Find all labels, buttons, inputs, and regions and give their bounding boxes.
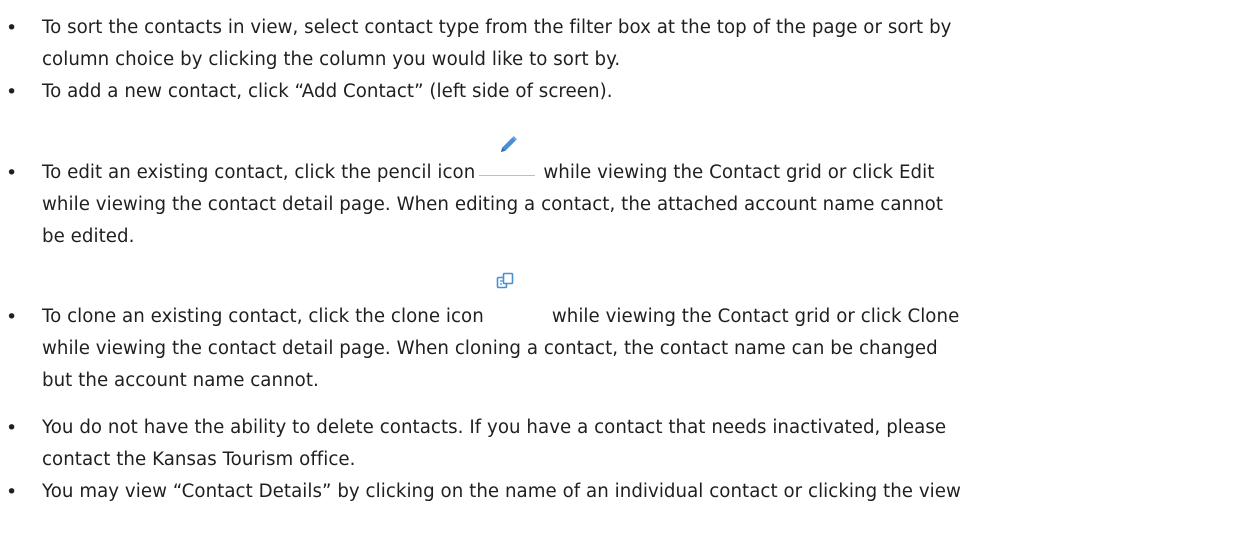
text-line: To clone an existing contact, click the … — [42, 272, 960, 333]
text-segment: while viewing the Contact grid or click … — [551, 306, 960, 327]
bullet: • — [6, 81, 18, 103]
pencil-icon — [479, 136, 537, 178]
text-line: be edited. — [42, 226, 135, 247]
text-line: while viewing the contact detail page. W… — [42, 338, 938, 359]
clone-icon — [488, 272, 546, 322]
text-segment: To clone an existing contact, click the … — [42, 306, 484, 327]
text-segment: To edit an existing contact, click the p… — [42, 162, 476, 183]
bullet: • — [6, 306, 18, 328]
text-line: You may view “Contact Details” by clicki… — [42, 481, 961, 502]
bullet: • — [6, 417, 18, 439]
text-line: To add a new contact, click “Add Contact… — [42, 81, 613, 102]
bullet: • — [6, 481, 18, 503]
text-line: You do not have the ability to delete co… — [42, 417, 947, 438]
text-line: but the account name cannot. — [42, 370, 319, 391]
text-line: To sort the contacts in view, select con… — [42, 17, 952, 38]
text-line: contact the Kansas Tourism office. — [42, 449, 356, 470]
bullet: • — [6, 17, 18, 39]
text-line: column choice by clicking the column you… — [42, 49, 621, 70]
text-line: To edit an existing contact, click the p… — [42, 136, 935, 189]
text-segment: while viewing the Contact grid or click … — [543, 162, 935, 183]
text-line: while viewing the contact detail page. W… — [42, 194, 944, 215]
bullet: • — [6, 162, 18, 184]
